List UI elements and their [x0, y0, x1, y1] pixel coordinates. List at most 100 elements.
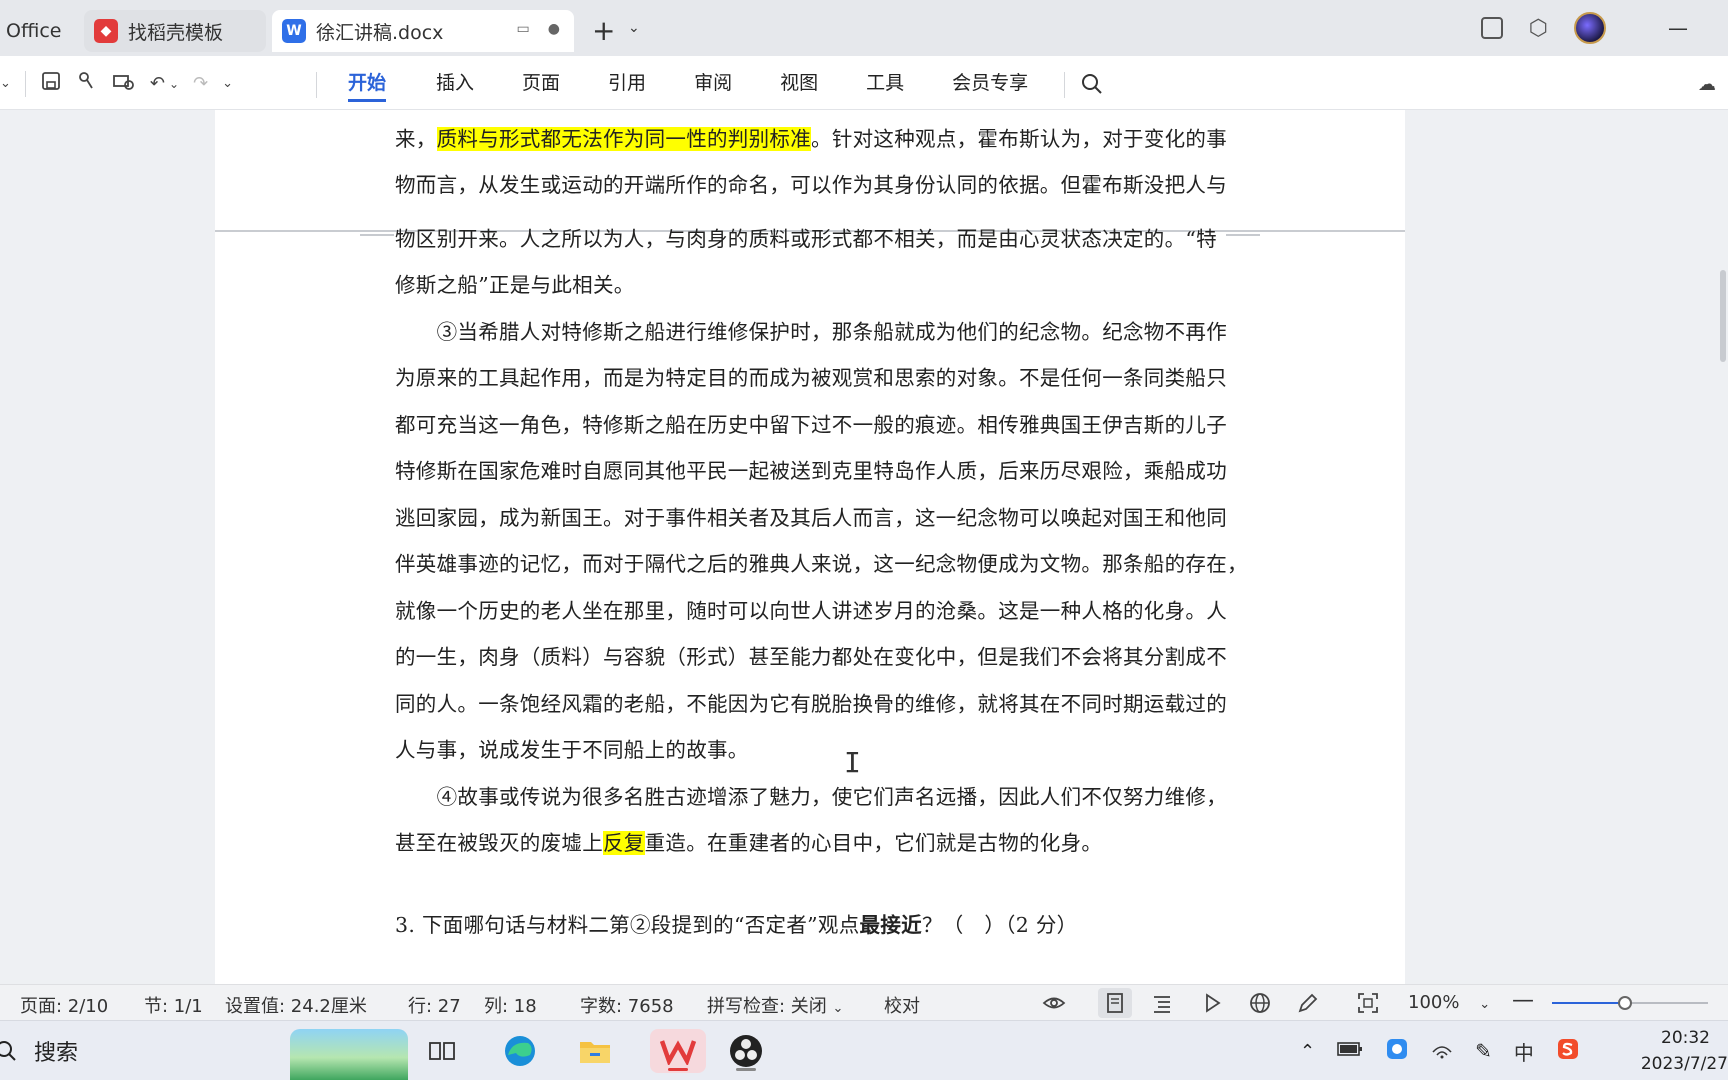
reading-mode-icon[interactable] [1480, 17, 1503, 39]
tab-page[interactable]: 页面 [522, 68, 560, 102]
undo-icon[interactable]: ↶ [150, 73, 165, 94]
doc-line: 人与事，说成发生于不同船上的故事。 [395, 738, 749, 762]
chevron-down-icon: ⌄ [832, 1001, 844, 1016]
chevron-down-icon[interactable]: ⌄ [222, 76, 233, 91]
doc-line: 都可充当这一角色，特修斯之船在历史中留下过不一般的痕迹。相传雅典国王伊吉斯的儿子 [395, 413, 1227, 437]
doc-line: 逃回家园，成为新国王。对于事件相关者及其后人而言，这一纪念物可以唤起对国王和他同 [395, 506, 1227, 530]
tab-home[interactable]: 开始 [348, 68, 387, 102]
zoom-level: 100% [1408, 992, 1460, 1013]
word-doc-icon: W [282, 19, 306, 43]
title-tab-bar: Office ◆ 找稻壳模板 W 徐汇讲稿.docx ▭ ● + ⌄ ⬡ — [0, 0, 1728, 56]
play-icon[interactable] [1200, 991, 1224, 1015]
document-canvas[interactable]: 来，质料与形式都无法作为同一性的判别标准。针对这种观点，霍布斯认为，对于变化的事… [0, 110, 1728, 984]
chevron-down-icon[interactable]: ⌄ [169, 77, 179, 91]
cube-icon[interactable]: ⬡ [1529, 16, 1548, 41]
vertical-scrollbar[interactable] [1708, 110, 1728, 984]
question-line: 3. 下面哪句话与材料二第②段提到的“否定者”观点最接近？（ ）（2 分） [395, 908, 1225, 938]
doc-line: 物而言，从发生或运动的开端所作的命名，可以作为其身份认同的依据。但霍布斯没把人与 [395, 173, 1227, 197]
tab-document-label: 徐汇讲稿.docx [316, 21, 444, 44]
scrollbar-thumb[interactable] [1720, 270, 1726, 362]
chevron-down-icon[interactable]: ⌄ [0, 76, 11, 91]
quick-access-toolbar: ⌄ ↶ ⌄ ↷ ⌄ [0, 70, 233, 97]
status-page[interactable]: 页面: 2/10 [20, 992, 108, 1018]
crop-mark [1226, 234, 1260, 248]
crop-mark [360, 234, 394, 248]
zoom-out-button[interactable]: — [1512, 988, 1534, 1013]
doc-line: 甚至在被毁灭的废墟上反复重造。在重建者的心目中，它们就是古物的化身。 [395, 826, 1225, 856]
avatar[interactable] [1574, 12, 1606, 44]
active-app-indicator [668, 1068, 688, 1071]
status-section[interactable]: 节: 1/1 [144, 992, 203, 1018]
taskbar-search-label: 搜索 [34, 1041, 79, 1066]
windows-taskbar: 搜索 ⌃ ✎ 中 20:32 2023/7/27 [0, 1020, 1728, 1080]
status-setting[interactable]: 设置值: 24.2厘米 [225, 992, 367, 1018]
wps-office-icon[interactable] [650, 1029, 706, 1073]
monitor-icon[interactable]: ▭ [517, 21, 530, 37]
text-run: ？（ ）（2 分） [921, 913, 1078, 937]
unsaved-dot-icon[interactable]: ● [548, 21, 560, 37]
eye-icon[interactable] [1042, 991, 1066, 1015]
tab-daoke-templates[interactable]: ◆ 找稻壳模板 [84, 10, 266, 52]
zoom-level-select[interactable]: 100% ⌄ [1408, 992, 1490, 1013]
tab-tools[interactable]: 工具 [866, 68, 904, 102]
print-preview-icon[interactable] [112, 70, 136, 97]
tab-review[interactable]: 审阅 [694, 68, 732, 102]
chevron-down-icon[interactable]: ⌄ [628, 20, 640, 36]
text-run: 重造。在重建者的心目中，它们就是古物的化身。 [644, 831, 1103, 855]
status-spell-label: 拼写检查: 关闭 [707, 996, 827, 1017]
edge-browser-icon[interactable] [498, 1029, 542, 1073]
file-explorer-icon[interactable] [573, 1029, 617, 1073]
web-view-icon[interactable] [1248, 991, 1272, 1015]
status-spell-check[interactable]: 拼写检查: 关闭 ⌄ [707, 992, 843, 1018]
tab-references[interactable]: 引用 [608, 68, 646, 102]
doc-line: 特修斯在国家危难时自愿同其他平民一起被送到克里特岛作人质，后来历尽艰险，乘船成功 [395, 459, 1227, 483]
task-view-icon[interactable] [420, 1029, 464, 1073]
doc-line: 物区别开来。人之所以为人，与肉身的质料或形式都不相关，而是由心灵状态决定的。“特 [395, 227, 1217, 251]
battery-icon[interactable] [1337, 1041, 1363, 1061]
new-tab-button[interactable]: + [592, 14, 615, 47]
page-view-button[interactable] [1098, 988, 1132, 1018]
doc-line: 为原来的工具起作用，而是为特定目的而成为被观赏和思索的对象。不是任何一条同类船只 [395, 366, 1227, 390]
fit-page-icon[interactable] [1356, 991, 1380, 1015]
cloud-sync-icon[interactable]: ☁ [1698, 74, 1716, 95]
redo-icon[interactable]: ↷ [193, 73, 208, 94]
page-view-icon [1107, 993, 1123, 1013]
minimize-icon[interactable]: — [1668, 16, 1688, 40]
tab-insert[interactable]: 插入 [436, 68, 474, 102]
tab-member[interactable]: 会员专享 [952, 68, 1028, 102]
status-proofread[interactable]: 校对 [884, 992, 920, 1018]
obs-studio-icon[interactable] [724, 1029, 768, 1073]
pen-icon[interactable] [1296, 991, 1320, 1015]
tab-view[interactable]: 视图 [780, 68, 818, 102]
zoom-slider-handle[interactable] [1618, 996, 1633, 1010]
doc-line: 同的人。一条饱经风霜的老船，不能因为它有脱胎换骨的维修，就将其在不同时期运载过的 [395, 692, 1227, 716]
tab-office[interactable]: Office [0, 10, 76, 52]
doc-line: 的一生，肉身（质料）与容貌（形式）甚至能力都处在变化中，但是我们不会将其分割成不 [395, 645, 1227, 669]
clock-date: 2023/7/27 [1640, 1054, 1728, 1074]
pen-input-icon[interactable]: ✎ [1475, 1039, 1492, 1063]
doc-line: ④故事或传说为很多名胜古迹增添了魅力，使它们声名远播，因此人们不仅努力维修， [395, 785, 1227, 809]
status-bar: 页面: 2/10 节: 1/1 设置值: 24.2厘米 行: 27 列: 18 … [0, 984, 1728, 1020]
chat-app-icon[interactable] [1385, 1037, 1409, 1065]
tab-document[interactable]: W 徐汇讲稿.docx ▭ ● [272, 10, 574, 52]
zoom-slider[interactable] [1552, 996, 1708, 1010]
text-run: 甚至在被毁灭的废墟上 [395, 831, 603, 855]
text-run: 。针对这种观点，霍布斯认为，对于变化的事 [811, 127, 1228, 151]
system-clock[interactable]: 20:32 2023/7/27 [1641, 1025, 1728, 1077]
doc-line: 就像一个历史的老人坐在那里，随时可以向世人讲述岁月的沧桑。这是一种人格的化身。人 [395, 599, 1227, 623]
status-word-count[interactable]: 字数: 7658 [580, 992, 674, 1018]
doc-line: 伴英雄事迹的记忆，而对于隔代之后的雅典人来说，这一纪念物便成为文物。那条船的存在… [395, 552, 1248, 576]
outline-view-icon[interactable] [1150, 991, 1174, 1015]
network-icon[interactable] [1431, 1038, 1453, 1064]
running-app-indicator [736, 1068, 756, 1071]
search-icon[interactable] [1080, 72, 1104, 96]
save-icon[interactable] [40, 70, 62, 97]
tab-daoke-label: 找稻壳模板 [128, 21, 224, 44]
sogou-ime-icon[interactable] [1556, 1037, 1580, 1065]
format-painter-icon[interactable] [76, 70, 98, 97]
system-tray: ⌃ ✎ 中 [1300, 1021, 1580, 1080]
ime-indicator[interactable]: 中 [1514, 1037, 1534, 1066]
daoke-icon: ◆ [94, 19, 118, 43]
text-run: 来， [395, 127, 437, 151]
chevron-up-icon[interactable]: ⌃ [1300, 1041, 1315, 1062]
